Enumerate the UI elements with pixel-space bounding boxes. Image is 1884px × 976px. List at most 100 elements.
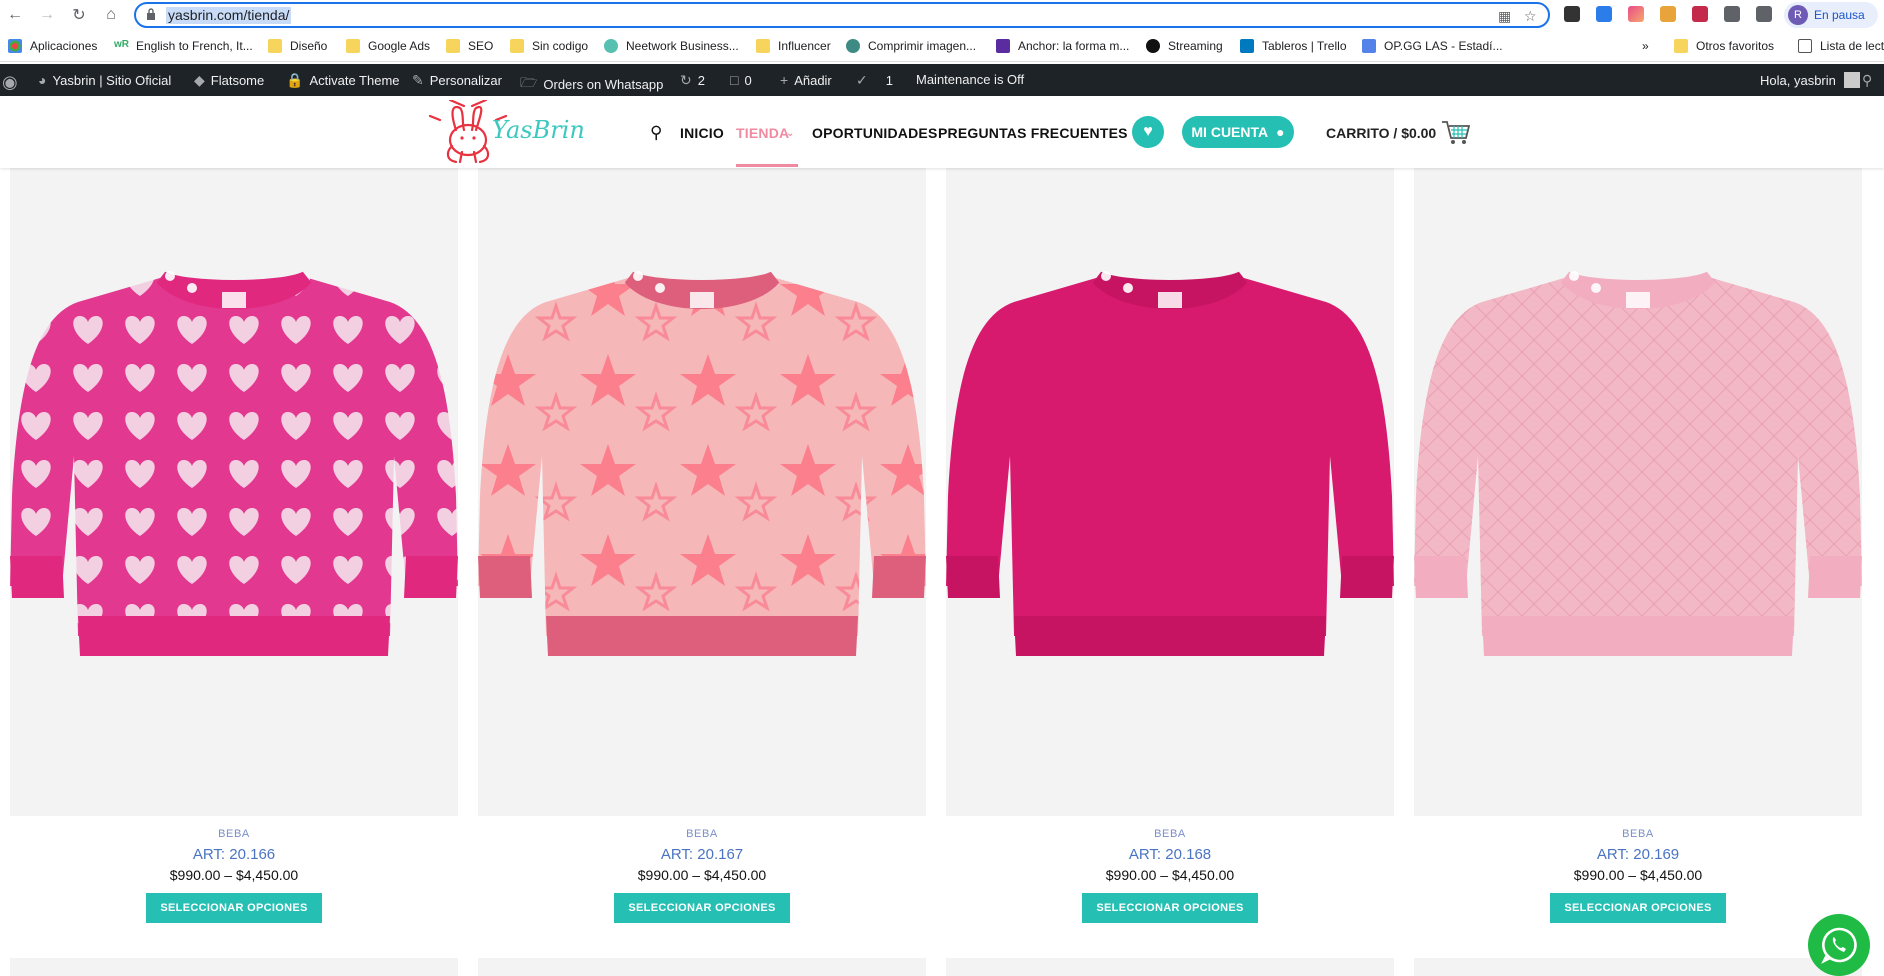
bookmark[interactable]: Sin codigo [510, 39, 588, 53]
bookmark[interactable]: OP.GG LAS - Estadí... [1362, 39, 1503, 53]
whatsapp-icon [1821, 927, 1857, 964]
avatar [1843, 72, 1860, 88]
select-options-button[interactable]: SELECCIONAR OPCIONES [614, 893, 790, 923]
product-card-next-row [1414, 958, 1862, 976]
wp-yoast-link[interactable]: ✓ 1 [856, 72, 893, 89]
qr-icon[interactable]: ▦ [1498, 8, 1511, 25]
bookmark[interactable]: Tableros | Trello [1240, 39, 1347, 53]
select-options-button[interactable]: SELECCIONAR OPCIONES [1082, 893, 1258, 923]
browser-toolbar: ← → ↻ ⌂ yasbrin.com/tienda/ ▦ ☆ R En pau… [0, 0, 1884, 30]
bookmark-apps[interactable]: Aplicaciones [8, 39, 97, 53]
sweater-image[interactable] [1414, 256, 1862, 696]
wp-customize-link[interactable]: ✎ Personalizar [412, 72, 502, 89]
puzzle-icon[interactable] [1724, 6, 1740, 22]
product-image[interactable] [478, 168, 926, 816]
product-image[interactable] [10, 168, 458, 816]
folder-icon [446, 39, 460, 53]
product-category[interactable]: BEBA [478, 828, 926, 840]
reading-list-icon[interactable] [1756, 6, 1772, 22]
menu-item-inicio[interactable]: INICIO [680, 125, 724, 141]
avatar: R [1788, 5, 1808, 25]
search-icon[interactable]: ⚲ [1862, 72, 1878, 89]
menu-item-preguntas[interactable]: PREGUNTAS FRECUENTES [938, 125, 1128, 141]
bookmark-reading-list[interactable]: Lista de lect [1798, 39, 1884, 53]
wp-admin-bar: ◉ ◕ Yasbrin | Sitio Oficial ◆ Flatsome 🔒 Ac… [0, 64, 1884, 96]
wp-site-link[interactable]: ◕ Yasbrin | Sitio Oficial [38, 72, 171, 88]
wp-activate-link[interactable]: 🔒 Activate Theme [286, 72, 400, 89]
neetwork-icon [604, 39, 618, 53]
bookmark[interactable]: Anchor: la forma m... [996, 39, 1129, 53]
bookmark[interactable]: wR English to French, It... [114, 39, 253, 53]
url-text[interactable]: yasbrin.com/tienda/ [166, 7, 292, 24]
user-icon: ● [1276, 124, 1285, 140]
folder-icon [510, 39, 524, 53]
wp-maintenance-link[interactable]: Maintenance is Off [916, 72, 1024, 87]
bookmark[interactable]: Diseño [268, 39, 327, 53]
folder-icon [268, 39, 282, 53]
extension-icon[interactable] [1692, 6, 1708, 22]
select-options-button[interactable]: SELECCIONAR OPCIONES [1550, 893, 1726, 923]
product-card-next-row [946, 958, 1394, 976]
wordpress-icon[interactable]: ◉ [2, 72, 24, 93]
bookmark[interactable]: Neetwork Business... [604, 39, 739, 53]
menu-item-tienda[interactable]: TIENDA [736, 125, 789, 141]
product-category[interactable]: BEBA [10, 828, 458, 840]
product-title[interactable]: ART: 20.168 [946, 846, 1394, 863]
wishlist-button[interactable]: ♥ [1132, 116, 1164, 148]
menu-item-oportunidades[interactable]: OPORTUNIDADES [812, 125, 938, 141]
brush-icon: ✎ [412, 72, 424, 88]
bookmark[interactable]: Comprimir imagen... [846, 39, 976, 53]
product-price: $990.00 – $4,450.00 [1573, 867, 1703, 883]
wp-account-link[interactable]: Hola, yasbrin [1760, 72, 1860, 88]
whatsapp-button[interactable] [1808, 914, 1870, 976]
extension-icon[interactable] [1564, 6, 1580, 22]
product-category[interactable]: BEBA [946, 828, 1394, 840]
wp-orders-link[interactable]: 🗁 Orders on Whatsapp [520, 72, 663, 96]
forward-icon[interactable]: → [36, 4, 58, 26]
updates-icon: ↻ [680, 72, 692, 88]
extension-icon[interactable] [1660, 6, 1676, 22]
reload-icon[interactable]: ↻ [68, 4, 90, 26]
profile-button[interactable]: R En pausa [1784, 2, 1878, 28]
address-bar[interactable]: yasbrin.com/tienda/ ▦ ☆ [134, 2, 1550, 28]
compress-icon [846, 39, 860, 53]
select-options-button[interactable]: SELECCIONAR OPCIONES [146, 893, 322, 923]
back-icon[interactable]: ← [4, 4, 26, 26]
product-card-next-row [478, 958, 926, 976]
lock-icon [147, 8, 155, 20]
cart-icon[interactable] [1440, 118, 1470, 146]
bookmark[interactable]: Influencer [756, 39, 831, 53]
sweater-image[interactable] [946, 256, 1394, 696]
product-image[interactable] [1414, 168, 1862, 816]
star-icon[interactable]: ☆ [1524, 8, 1537, 25]
home-icon[interactable]: ⌂ [100, 4, 122, 26]
more-bookmarks-button[interactable]: » [1642, 39, 1649, 53]
wp-add-new-link[interactable]: + Añadir [780, 72, 832, 88]
product-image[interactable] [946, 168, 1394, 816]
wp-comments-link[interactable]: □ 0 [730, 72, 752, 88]
wp-updates-link[interactable]: ↻ 2 [680, 72, 705, 89]
product-card: BEBA ART: 20.169 $990.00 – $4,450.00 SEL… [1414, 168, 1862, 923]
product-title[interactable]: ART: 20.166 [10, 846, 458, 863]
extension-icon[interactable] [1596, 6, 1612, 22]
sweater-image[interactable] [478, 256, 926, 696]
wp-theme-link[interactable]: ◆ Flatsome [194, 72, 264, 89]
folder-icon: 🗁 [520, 74, 538, 90]
search-icon[interactable]: ⚲ [650, 123, 663, 143]
folder-icon [346, 39, 360, 53]
cart-link[interactable]: CARRITO / $0.00 [1326, 125, 1436, 141]
bookmark[interactable]: Streaming [1146, 39, 1223, 53]
product-title[interactable]: ART: 20.169 [1414, 846, 1862, 863]
bookmark-other[interactable]: Otros favoritos [1674, 39, 1774, 53]
folder-icon [1674, 39, 1688, 53]
product-category[interactable]: BEBA [1414, 828, 1862, 840]
product-title[interactable]: ART: 20.167 [478, 846, 926, 863]
sweater-image[interactable] [10, 256, 458, 696]
account-button[interactable]: MI CUENTA ● [1182, 116, 1294, 148]
product-price: $990.00 – $4,450.00 [1105, 867, 1235, 883]
product-card: BEBA ART: 20.168 $990.00 – $4,450.00 SEL… [946, 168, 1394, 923]
logo-text[interactable]: YasBrin [492, 116, 585, 144]
extension-icon[interactable] [1628, 6, 1644, 22]
bookmark[interactable]: Google Ads [346, 39, 430, 53]
bookmark[interactable]: SEO [446, 39, 493, 53]
